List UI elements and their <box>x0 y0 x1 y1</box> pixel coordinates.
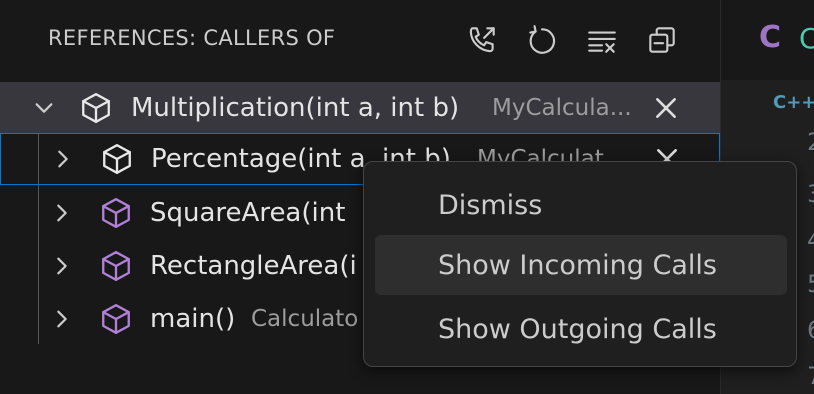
chevron-right-icon[interactable] <box>50 146 76 172</box>
tab-partial-label[interactable]: C <box>799 22 814 55</box>
refresh-button[interactable] <box>522 20 562 60</box>
line-number: 4 <box>807 226 814 254</box>
menu-item-dismiss[interactable]: Dismiss <box>375 175 787 235</box>
context-menu: Dismiss Show Incoming Calls Show Outgoin… <box>363 161 797 367</box>
collapse-all-icon <box>649 27 675 53</box>
tree-item-label: Multiplication(int a, int b) <box>131 93 460 123</box>
panel-title: REFERENCES: CALLERS OF <box>48 26 336 50</box>
tree-item-label: RectangleArea(i <box>150 251 357 281</box>
tree-item-label: SquareArea(int <box>150 198 346 228</box>
refresh-icon <box>529 25 556 54</box>
line-number: 6 <box>807 316 814 344</box>
clear-all-icon <box>588 31 616 53</box>
method-icon <box>79 91 113 125</box>
close-icon <box>656 98 676 118</box>
panel-actions <box>462 20 682 60</box>
tree-item-label: main() <box>150 304 236 334</box>
chevron-right-icon[interactable] <box>49 306 75 332</box>
chevron-down-icon[interactable] <box>31 95 57 121</box>
method-icon <box>100 142 134 176</box>
cpp-file-icon[interactable]: C++ <box>773 92 814 113</box>
line-number: 2 <box>807 128 814 156</box>
method-icon <box>99 302 133 336</box>
line-number: 7 <box>807 362 814 390</box>
editor-tab-bar: C C <box>721 0 814 80</box>
method-icon <box>99 196 133 230</box>
tree-item-description: Calculato <box>251 306 359 332</box>
tree-root-item[interactable]: Multiplication(int a, int b) MyCalcula..… <box>0 82 720 134</box>
chevron-right-icon[interactable] <box>49 200 75 226</box>
show-calls-icon <box>469 27 495 53</box>
line-number: 5 <box>807 270 814 298</box>
panel-header: REFERENCES: CALLERS OF <box>0 0 720 80</box>
method-icon <box>99 249 133 283</box>
line-number: 3 <box>807 180 814 208</box>
menu-item-show-outgoing-calls[interactable]: Show Outgoing Calls <box>375 299 787 359</box>
show-calls-button[interactable] <box>462 20 502 60</box>
chevron-right-icon[interactable] <box>49 253 75 279</box>
dismiss-button[interactable] <box>651 93 681 123</box>
menu-item-show-incoming-calls[interactable]: Show Incoming Calls <box>375 235 787 295</box>
tree-item-description: MyCalcula... <box>492 95 632 121</box>
clear-all-button[interactable] <box>582 20 622 60</box>
collapse-all-button[interactable] <box>642 20 682 60</box>
c-file-icon[interactable]: C <box>759 20 781 55</box>
